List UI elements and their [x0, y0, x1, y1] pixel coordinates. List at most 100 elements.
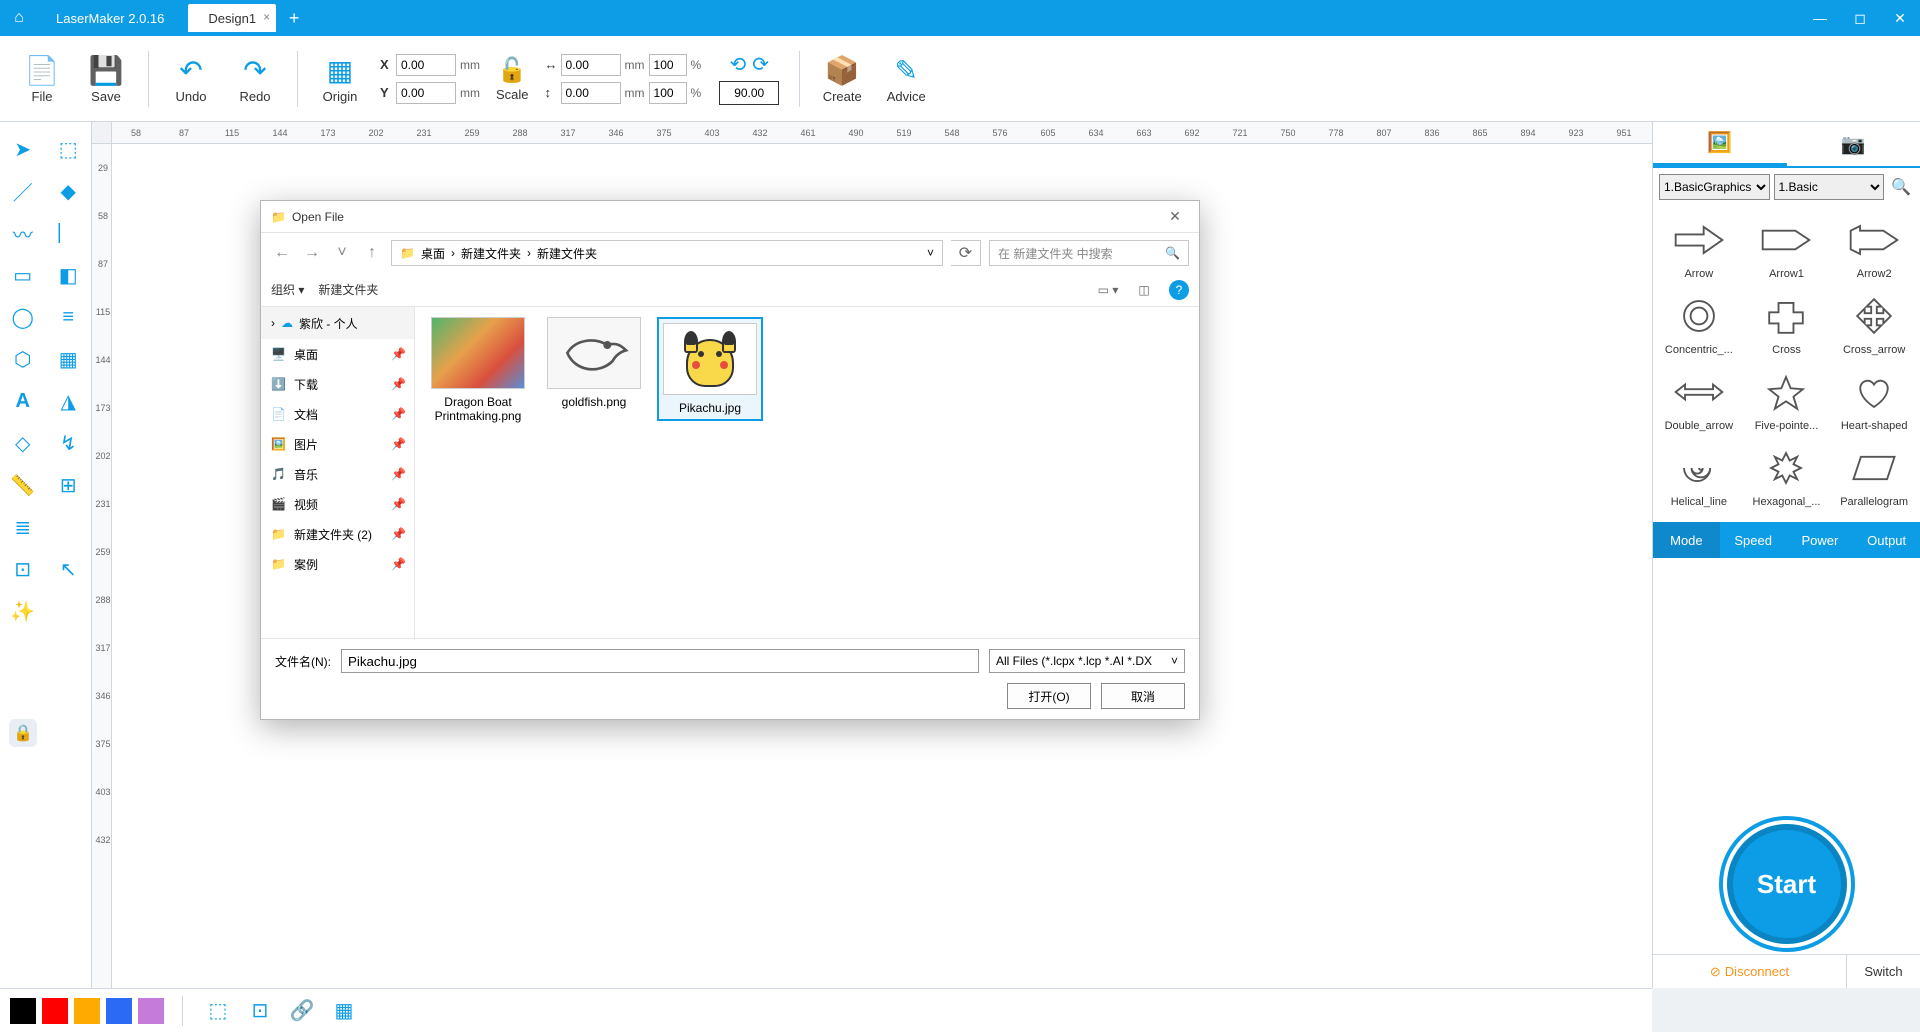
align-center-tool[interactable]: ≡ [46, 296, 92, 338]
document-tab[interactable]: Design1 × [188, 4, 276, 32]
color-swatch[interactable] [138, 998, 164, 1024]
select-tool[interactable]: ➤ [0, 128, 46, 170]
category-select[interactable]: 1.BasicGraphics [1659, 174, 1770, 200]
view-mode-button[interactable]: ▭ ▾ [1097, 283, 1119, 297]
create-button[interactable]: 📦Create [810, 54, 874, 104]
x-input[interactable] [396, 54, 456, 76]
maximize-button[interactable]: ◻ [1840, 0, 1880, 36]
help-button[interactable]: ? [1169, 280, 1189, 300]
power-tab[interactable]: Power [1787, 522, 1854, 558]
shape-arrow[interactable]: Arrow [1659, 212, 1739, 280]
output-tab[interactable]: Output [1853, 522, 1920, 558]
start-button[interactable]: Start [1727, 824, 1847, 944]
shape-search-icon[interactable]: 🔍 [1888, 174, 1914, 200]
refresh-button[interactable]: ⟳ [951, 240, 981, 266]
minimize-button[interactable]: — [1800, 0, 1840, 36]
rotate-cw-icon[interactable]: ⟳ [752, 52, 769, 77]
organize-menu[interactable]: 组织 ▾ [271, 281, 304, 298]
height-pct-input[interactable] [649, 82, 687, 104]
align-left-tool[interactable]: ⎸ [46, 212, 92, 254]
dialog-close-button[interactable]: ✕ [1161, 208, 1189, 225]
effects-tool[interactable]: ✨ [0, 590, 46, 632]
width-input[interactable] [561, 54, 621, 76]
table-icon[interactable]: ▦ [327, 994, 361, 1028]
frame-icon[interactable]: ⬚ [201, 994, 235, 1028]
file-button[interactable]: 📄File [10, 54, 74, 104]
shapes-tab[interactable]: 🖼️ [1653, 122, 1787, 166]
shape-cross[interactable]: Cross [1747, 288, 1827, 356]
path-tool[interactable]: ↯ [46, 422, 92, 464]
lock-toggle[interactable]: 🔒 [0, 712, 46, 754]
filename-input[interactable] [341, 649, 979, 673]
nav-back-button[interactable]: ← [271, 244, 293, 262]
sidebar-item[interactable]: 📁新建文件夹 (2)📌 [261, 519, 414, 549]
subcategory-select[interactable]: 1.Basic [1774, 174, 1885, 200]
camera-tab[interactable]: 📷 [1787, 122, 1920, 166]
search-box[interactable]: 在 新建文件夹 中搜索 🔍 [989, 240, 1189, 266]
shape-arrow2[interactable]: Arrow2 [1834, 212, 1914, 280]
filetype-select[interactable]: All Files (*.lcpx *.lcp *.AI *.DX˅ [989, 649, 1185, 673]
text-tool[interactable]: A [0, 380, 46, 422]
grid-tool[interactable]: ▦ [46, 338, 92, 380]
shape-heart-shaped[interactable]: Heart-shaped [1834, 364, 1914, 432]
file-item[interactable]: Pikachu.jpg [657, 317, 763, 421]
color-swatch[interactable] [42, 998, 68, 1024]
focus-icon[interactable]: ⊡ [243, 994, 277, 1028]
close-tab-icon[interactable]: × [263, 10, 270, 24]
mirror-tool[interactable]: ◮ [46, 380, 92, 422]
polygon-tool[interactable]: ⬡ [0, 338, 46, 380]
open-button[interactable]: 打开(O) [1007, 683, 1091, 709]
cancel-button[interactable]: 取消 [1101, 683, 1185, 709]
file-item[interactable]: Dragon Boat Printmaking.png [425, 317, 531, 423]
sidebar-item[interactable]: 🎵音乐📌 [261, 459, 414, 489]
rect-tool[interactable]: ▭ [0, 254, 46, 296]
fill-tool[interactable]: ◆ [46, 170, 92, 212]
link-icon[interactable]: 🔗 [285, 994, 319, 1028]
shape-cross_arrow[interactable]: Cross_arrow [1834, 288, 1914, 356]
ellipse-tool[interactable]: ◯ [0, 296, 46, 338]
curve-tool[interactable]: 〰 [0, 212, 46, 254]
undo-button[interactable]: ↶Undo [159, 54, 223, 104]
color-swatch[interactable] [10, 998, 36, 1024]
shape-hexagonal_...[interactable]: Hexagonal_... [1747, 440, 1827, 508]
file-item[interactable]: goldfish.png [541, 317, 647, 409]
shape-tool[interactable]: ◧ [46, 254, 92, 296]
home-icon[interactable]: ⌂ [0, 9, 38, 27]
nav-forward-button[interactable]: → [301, 244, 323, 262]
sidebar-item[interactable]: 📄文档📌 [261, 399, 414, 429]
array-tool[interactable]: ⊞ [46, 464, 92, 506]
preview-pane-button[interactable]: ◫ [1133, 283, 1155, 297]
line-tool[interactable]: ／ [0, 170, 46, 212]
erase-tool[interactable]: ◇ [0, 422, 46, 464]
sidebar-item[interactable]: 🖥️桌面📌 [261, 339, 414, 369]
nav-up-button[interactable]: ↑ [361, 244, 383, 262]
new-folder-button[interactable]: 新建文件夹 [318, 281, 378, 298]
redo-button[interactable]: ↷Redo [223, 54, 287, 104]
switch-button[interactable]: Switch [1846, 955, 1920, 988]
y-input[interactable] [396, 82, 456, 104]
layers-tool[interactable]: ≣ [0, 506, 46, 548]
marquee-tool[interactable]: ⬚ [46, 128, 92, 170]
speed-tab[interactable]: Speed [1720, 522, 1787, 558]
rotate-input[interactable] [719, 81, 779, 105]
scale-lock[interactable]: 🔓Scale [496, 56, 529, 102]
rotate-ccw-icon[interactable]: ⟲ [729, 52, 746, 77]
mode-tab[interactable]: Mode [1653, 522, 1720, 558]
width-pct-input[interactable] [649, 54, 687, 76]
shape-parallelogram[interactable]: Parallelogram [1834, 440, 1914, 508]
pointer-tool[interactable]: ↖ [46, 548, 92, 590]
path-chevron-icon[interactable]: ˅ [927, 246, 934, 260]
new-tab-button[interactable]: + [280, 4, 308, 32]
sidebar-user-header[interactable]: ›☁紫欣 - 个人 [261, 307, 414, 339]
path-bar[interactable]: 📁 桌面› 新建文件夹› 新建文件夹 ˅ [391, 240, 943, 266]
shape-helical_line[interactable]: Helical_line [1659, 440, 1739, 508]
color-swatch[interactable] [106, 998, 132, 1024]
ruler-tool[interactable]: 📏 [0, 464, 46, 506]
color-swatch[interactable] [74, 998, 100, 1024]
shape-arrow1[interactable]: Arrow1 [1747, 212, 1827, 280]
close-window-button[interactable]: ✕ [1880, 0, 1920, 36]
shape-five-pointe...[interactable]: Five-pointe... [1747, 364, 1827, 432]
advice-button[interactable]: ✎Advice [874, 54, 938, 104]
nav-recent-button[interactable]: ˅ [331, 244, 353, 262]
height-input[interactable] [561, 82, 621, 104]
